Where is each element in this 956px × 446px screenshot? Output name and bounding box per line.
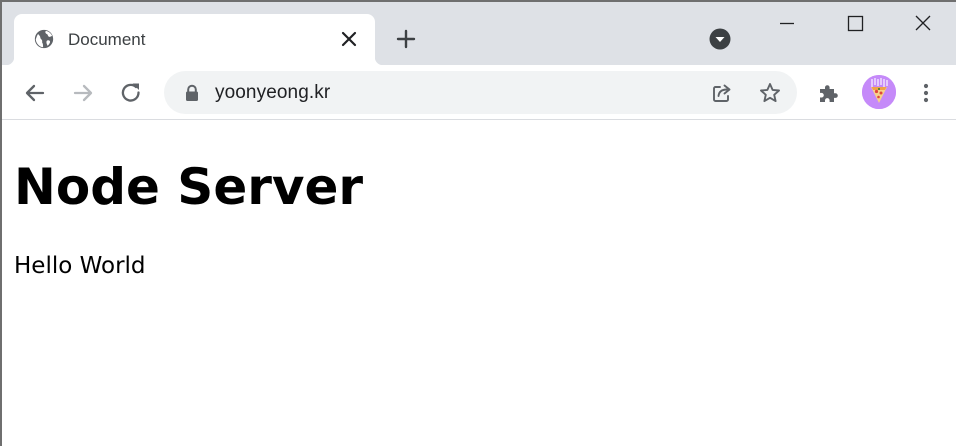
page-text: Hello World — [14, 253, 146, 279]
minimize-icon[interactable] — [764, 8, 810, 38]
tab-document[interactable]: Document — [6, 14, 383, 65]
toolbar: yoonyeong.kr — [2, 65, 956, 120]
puzzle-icon[interactable] — [817, 81, 841, 105]
page-heading: Node Server — [14, 158, 364, 216]
share-icon[interactable] — [710, 81, 734, 105]
chevron-down-circle-icon[interactable] — [709, 28, 731, 50]
close-icon[interactable] — [340, 30, 358, 48]
reload-icon[interactable] — [118, 80, 144, 106]
arrow-left-icon[interactable] — [22, 80, 48, 106]
address-bar[interactable]: yoonyeong.kr — [164, 71, 797, 114]
url-text[interactable]: yoonyeong.kr — [215, 82, 330, 104]
lock-icon[interactable] — [184, 84, 200, 102]
window-close-icon[interactable] — [900, 8, 946, 38]
plus-icon[interactable] — [394, 27, 418, 51]
tab-strip: Document — [2, 2, 956, 65]
star-icon[interactable] — [758, 81, 782, 105]
maximize-icon[interactable] — [832, 8, 878, 38]
globe-icon — [34, 29, 54, 49]
kebab-menu-icon[interactable] — [916, 81, 936, 105]
page-content: Node Server Hello World — [2, 121, 956, 446]
avatar-image — [862, 75, 896, 109]
tab-title: Document — [68, 30, 146, 49]
arrow-right-icon[interactable] — [70, 80, 96, 106]
browser-window: Document yoonyeong.kr Node Server Hello … — [0, 0, 956, 446]
avatar[interactable] — [862, 75, 896, 109]
